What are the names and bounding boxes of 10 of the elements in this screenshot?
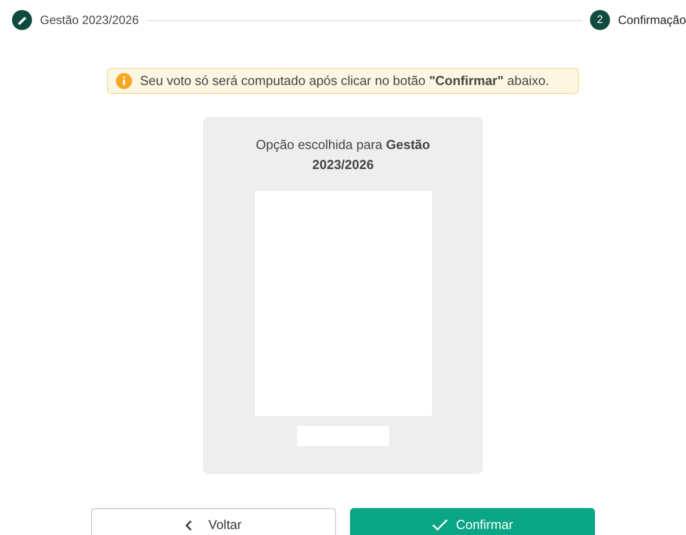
ballot-title: Opção escolhida para Gestão 2023/2026 [254, 136, 432, 174]
chevron-left-icon [185, 520, 192, 530]
pencil-icon [12, 10, 32, 30]
step-label: Gestão 2023/2026 [40, 12, 139, 29]
info-icon [116, 73, 132, 89]
back-button[interactable]: Voltar [91, 508, 336, 535]
step-label: Confirmação [618, 12, 686, 29]
alert-text: Seu voto só será computado após clicar no botão "Confirmar" abaixo. [140, 72, 550, 90]
step-number: 2 [590, 10, 610, 30]
check-icon [432, 519, 448, 531]
